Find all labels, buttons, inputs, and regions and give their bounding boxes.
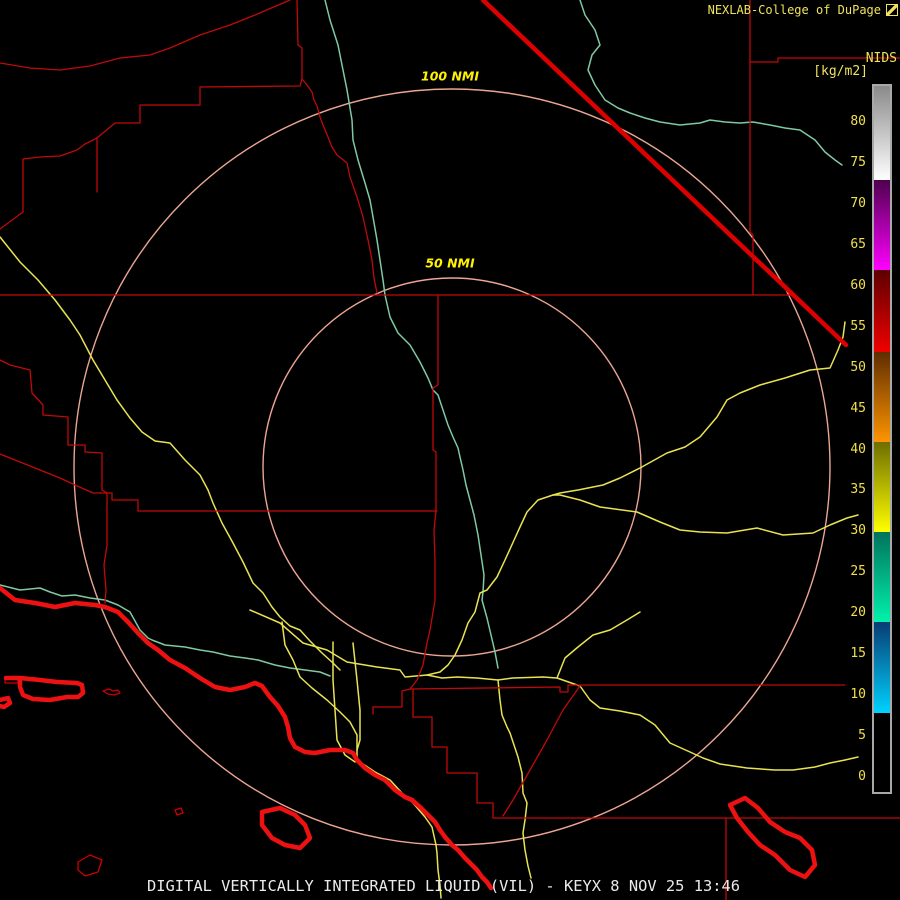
- range-ring: [262, 277, 642, 657]
- state-border-path: [480, 0, 849, 348]
- colorbar-units: [kg/m2]: [813, 64, 868, 79]
- colorbar-tick-label: 25: [850, 564, 866, 580]
- rivers-path: [324, 0, 499, 669]
- county-borders-path: [502, 685, 581, 817]
- layer-islands-outline: [4, 676, 184, 877]
- highways-path: [497, 679, 532, 879]
- county-borders-path: [749, 0, 754, 296]
- rivers-path: [579, 0, 843, 166]
- brand-text: NEXLAB-College of DuPage: [707, 3, 881, 17]
- colorbar-tick-label: 5: [858, 728, 866, 744]
- colorbar-tick-label: 35: [850, 482, 866, 498]
- colorbar-segment: [874, 86, 890, 181]
- layer-state-border: [480, 0, 849, 348]
- county-borders-path: [0, 0, 291, 71]
- highways-path: [552, 321, 846, 496]
- colorbar-segment: [874, 712, 890, 778]
- colorbar-tick-label: 65: [850, 236, 866, 252]
- rivers-path: [0, 584, 331, 677]
- islands-outline-path: [102, 688, 121, 696]
- county-borders-path: [0, 359, 108, 604]
- colorbar: [872, 84, 892, 794]
- range-ring-label: 100 NMI: [416, 66, 484, 88]
- islands-outline-path: [174, 807, 184, 816]
- county-borders-path: [409, 684, 846, 693]
- colorbar-tick-label: 0: [858, 769, 866, 784]
- county-borders-path: [0, 453, 438, 512]
- highways-path: [556, 611, 641, 679]
- colorbar-segment: [874, 532, 890, 623]
- product-title: DIGITAL VERTICALLY INTEGRATED LIQUID (VI…: [147, 877, 741, 895]
- colorbar-segment: [874, 442, 890, 533]
- colorbar-tick-label: 30: [850, 523, 866, 539]
- colorbar-tick-label: 10: [850, 687, 866, 703]
- highways-path: [426, 494, 554, 676]
- layer-county-borders: [0, 0, 900, 900]
- colorbar-tick-label: 20: [850, 605, 866, 621]
- colorbar-segment: [874, 270, 890, 353]
- county-borders-path: [372, 510, 437, 715]
- range-ring-label: 50 NMI: [420, 253, 480, 275]
- layer-highways: [0, 236, 859, 899]
- colorbar-segment: [874, 622, 890, 713]
- colorbar-segment: [874, 352, 890, 443]
- layer-rivers: [0, 0, 843, 677]
- colorbar-tick-label: 40: [850, 441, 866, 457]
- colorbar-tick-label: 55: [850, 318, 866, 334]
- dupage-box-arrow-icon: [886, 4, 898, 16]
- colorbar-segment: [874, 180, 890, 271]
- header-bar: NEXLAB-College of DuPage: [708, 3, 898, 17]
- layer-range-rings: [73, 88, 831, 846]
- coastline-path: [727, 795, 818, 880]
- range-ring: [73, 88, 831, 846]
- colorbar-tick-label: 15: [850, 646, 866, 662]
- colorbar-tick-label: 70: [850, 195, 866, 211]
- colorbar-tick-label: 45: [850, 400, 866, 416]
- county-borders-path: [432, 294, 439, 512]
- county-borders-path: [412, 689, 900, 819]
- colorbar-tick-label: 50: [850, 359, 866, 375]
- radar-map-canvas: [0, 0, 900, 900]
- colorbar-tick-label: 80: [850, 114, 866, 129]
- colorbar-tick-label: 60: [850, 277, 866, 293]
- coastline-path: [0, 695, 13, 710]
- islands-outline-path: [77, 854, 103, 877]
- colorbar-title: NIDS: [865, 51, 897, 66]
- county-borders-path: [0, 0, 303, 230]
- colorbar-tick-label: 75: [850, 154, 866, 170]
- radar-display: 50 NMI 100 NMI NEXLAB-College of DuPage N…: [0, 0, 900, 900]
